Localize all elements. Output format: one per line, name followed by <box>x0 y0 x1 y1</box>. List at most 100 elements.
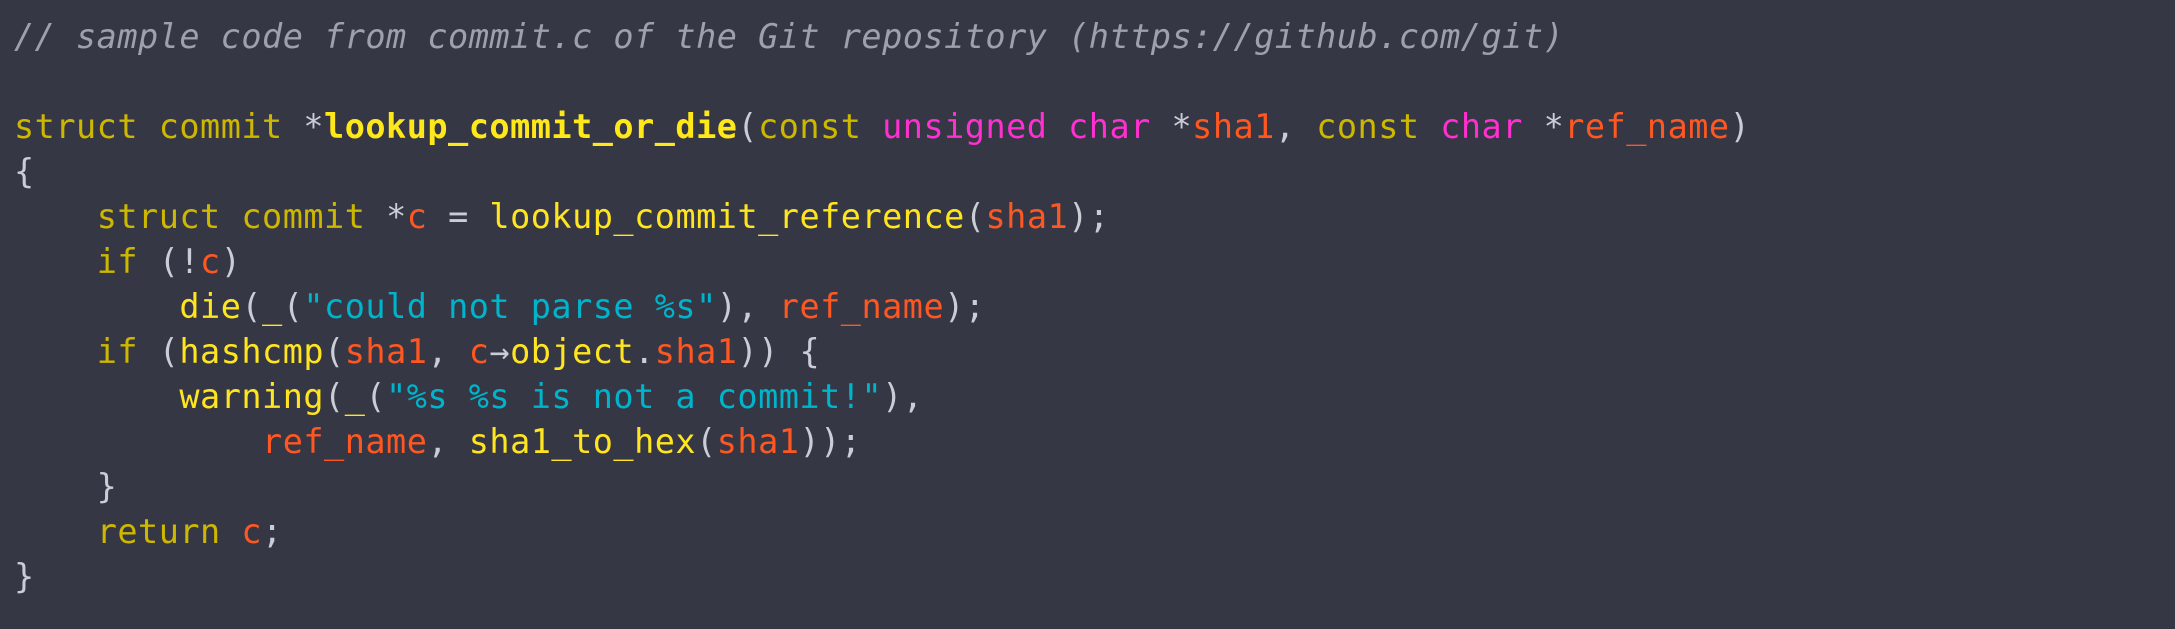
token-op: = <box>448 197 469 236</box>
token-keyword: if <box>96 332 139 371</box>
token-punct: ( <box>138 332 180 371</box>
code-line-13: } <box>14 554 35 599</box>
token-var: c <box>200 242 221 281</box>
token-punct: )); <box>799 422 862 461</box>
token-keyword: commit <box>158 107 283 146</box>
token-punct: } <box>14 467 118 506</box>
code-line-7: die(_("could not parse %s"), ref_name); <box>14 284 985 329</box>
token-var: c <box>241 512 263 551</box>
token-func: sha1_to_hex <box>468 422 697 461</box>
token-type: unsigned <box>882 107 1048 146</box>
code-line-8: if (hashcmp(sha1, c→object.sha1)) { <box>14 329 820 374</box>
token-keyword: const <box>1316 107 1420 146</box>
token-keyword: struct <box>14 107 139 146</box>
token-func: die <box>179 287 242 326</box>
token-keyword: return <box>96 512 221 551</box>
token-string: "%s %s is not a commit!" <box>386 377 883 416</box>
token-comment: // sample code from commit.c of the Git … <box>14 17 1565 56</box>
token-punct: ); <box>944 287 986 326</box>
token-type: char <box>1068 107 1151 146</box>
token-func-b: lookup_commit_or_die <box>324 107 738 146</box>
code-line-5: struct commit *c = lookup_commit_referen… <box>14 194 1110 239</box>
token-punct: (! <box>138 242 201 281</box>
token-punct: ) <box>220 242 242 281</box>
token-var: sha1 <box>716 422 800 461</box>
token-punct: ( <box>696 422 717 461</box>
token-punct: ( <box>964 197 986 236</box>
token-var: ref_name <box>778 287 945 326</box>
token-punct: ), <box>882 377 924 416</box>
token-keyword: commit <box>241 197 366 236</box>
token-keyword: const <box>758 107 862 146</box>
token-punct: * <box>1171 107 1193 146</box>
token-punct: ( <box>241 287 263 326</box>
token-punct: ); <box>1068 197 1110 236</box>
token-punct: * <box>1543 107 1565 146</box>
token-arrow: → <box>489 332 511 371</box>
token-punct: ( <box>365 377 387 416</box>
code-line-10: ref_name, sha1_to_hex(sha1)); <box>14 419 861 464</box>
token-keyword: if <box>96 242 139 281</box>
token-punct: ), <box>716 287 779 326</box>
code-line-9: warning(_("%s %s is not a commit!"), <box>14 374 923 419</box>
code-line-1: // sample code from commit.c of the Git … <box>14 14 1564 59</box>
token-punct: { <box>14 152 35 191</box>
token-punct: ( <box>737 107 759 146</box>
code-line-12: return c; <box>14 509 283 554</box>
token-func: warning <box>179 377 325 416</box>
token-var: c <box>468 332 490 371</box>
token-func: _ <box>262 287 283 326</box>
token-punct: ( <box>282 287 304 326</box>
token-func: lookup_commit_reference <box>489 197 965 236</box>
code-viewer: // sample code from commit.c of the Git … <box>0 0 2175 629</box>
code-line-6: if (!c) <box>14 239 241 284</box>
token-type: char <box>1440 107 1523 146</box>
token-string: "could not parse %s" <box>303 287 717 326</box>
token-punct: , <box>427 422 469 461</box>
token-var: ref_name <box>1564 107 1730 146</box>
token-func: hashcmp <box>179 332 325 371</box>
token-var: sha1 <box>344 332 428 371</box>
token-var: sha1 <box>985 197 1069 236</box>
token-punct: * <box>303 107 325 146</box>
token-punct: } <box>14 557 35 596</box>
token-punct: ( <box>324 332 345 371</box>
token-punct: ( <box>324 377 345 416</box>
token-punct: * <box>386 197 407 236</box>
token-var: sha1 <box>654 332 738 371</box>
token-punct: , <box>1274 107 1317 146</box>
code-line-4: { <box>14 149 35 194</box>
code-line-3: struct commit *lookup_commit_or_die(cons… <box>14 104 1750 149</box>
token-punct: , <box>427 332 469 371</box>
code-line-11: } <box>14 464 117 509</box>
token-var: sha1 <box>1192 107 1275 146</box>
token-punct: ) <box>1729 107 1751 146</box>
token-func: _ <box>344 377 366 416</box>
token-var: c <box>406 197 428 236</box>
token-keyword: struct <box>96 197 221 236</box>
token-func: object <box>510 332 635 371</box>
token-punct: . <box>634 332 655 371</box>
token-punct: )) { <box>737 332 821 371</box>
token-punct: ; <box>262 512 283 551</box>
